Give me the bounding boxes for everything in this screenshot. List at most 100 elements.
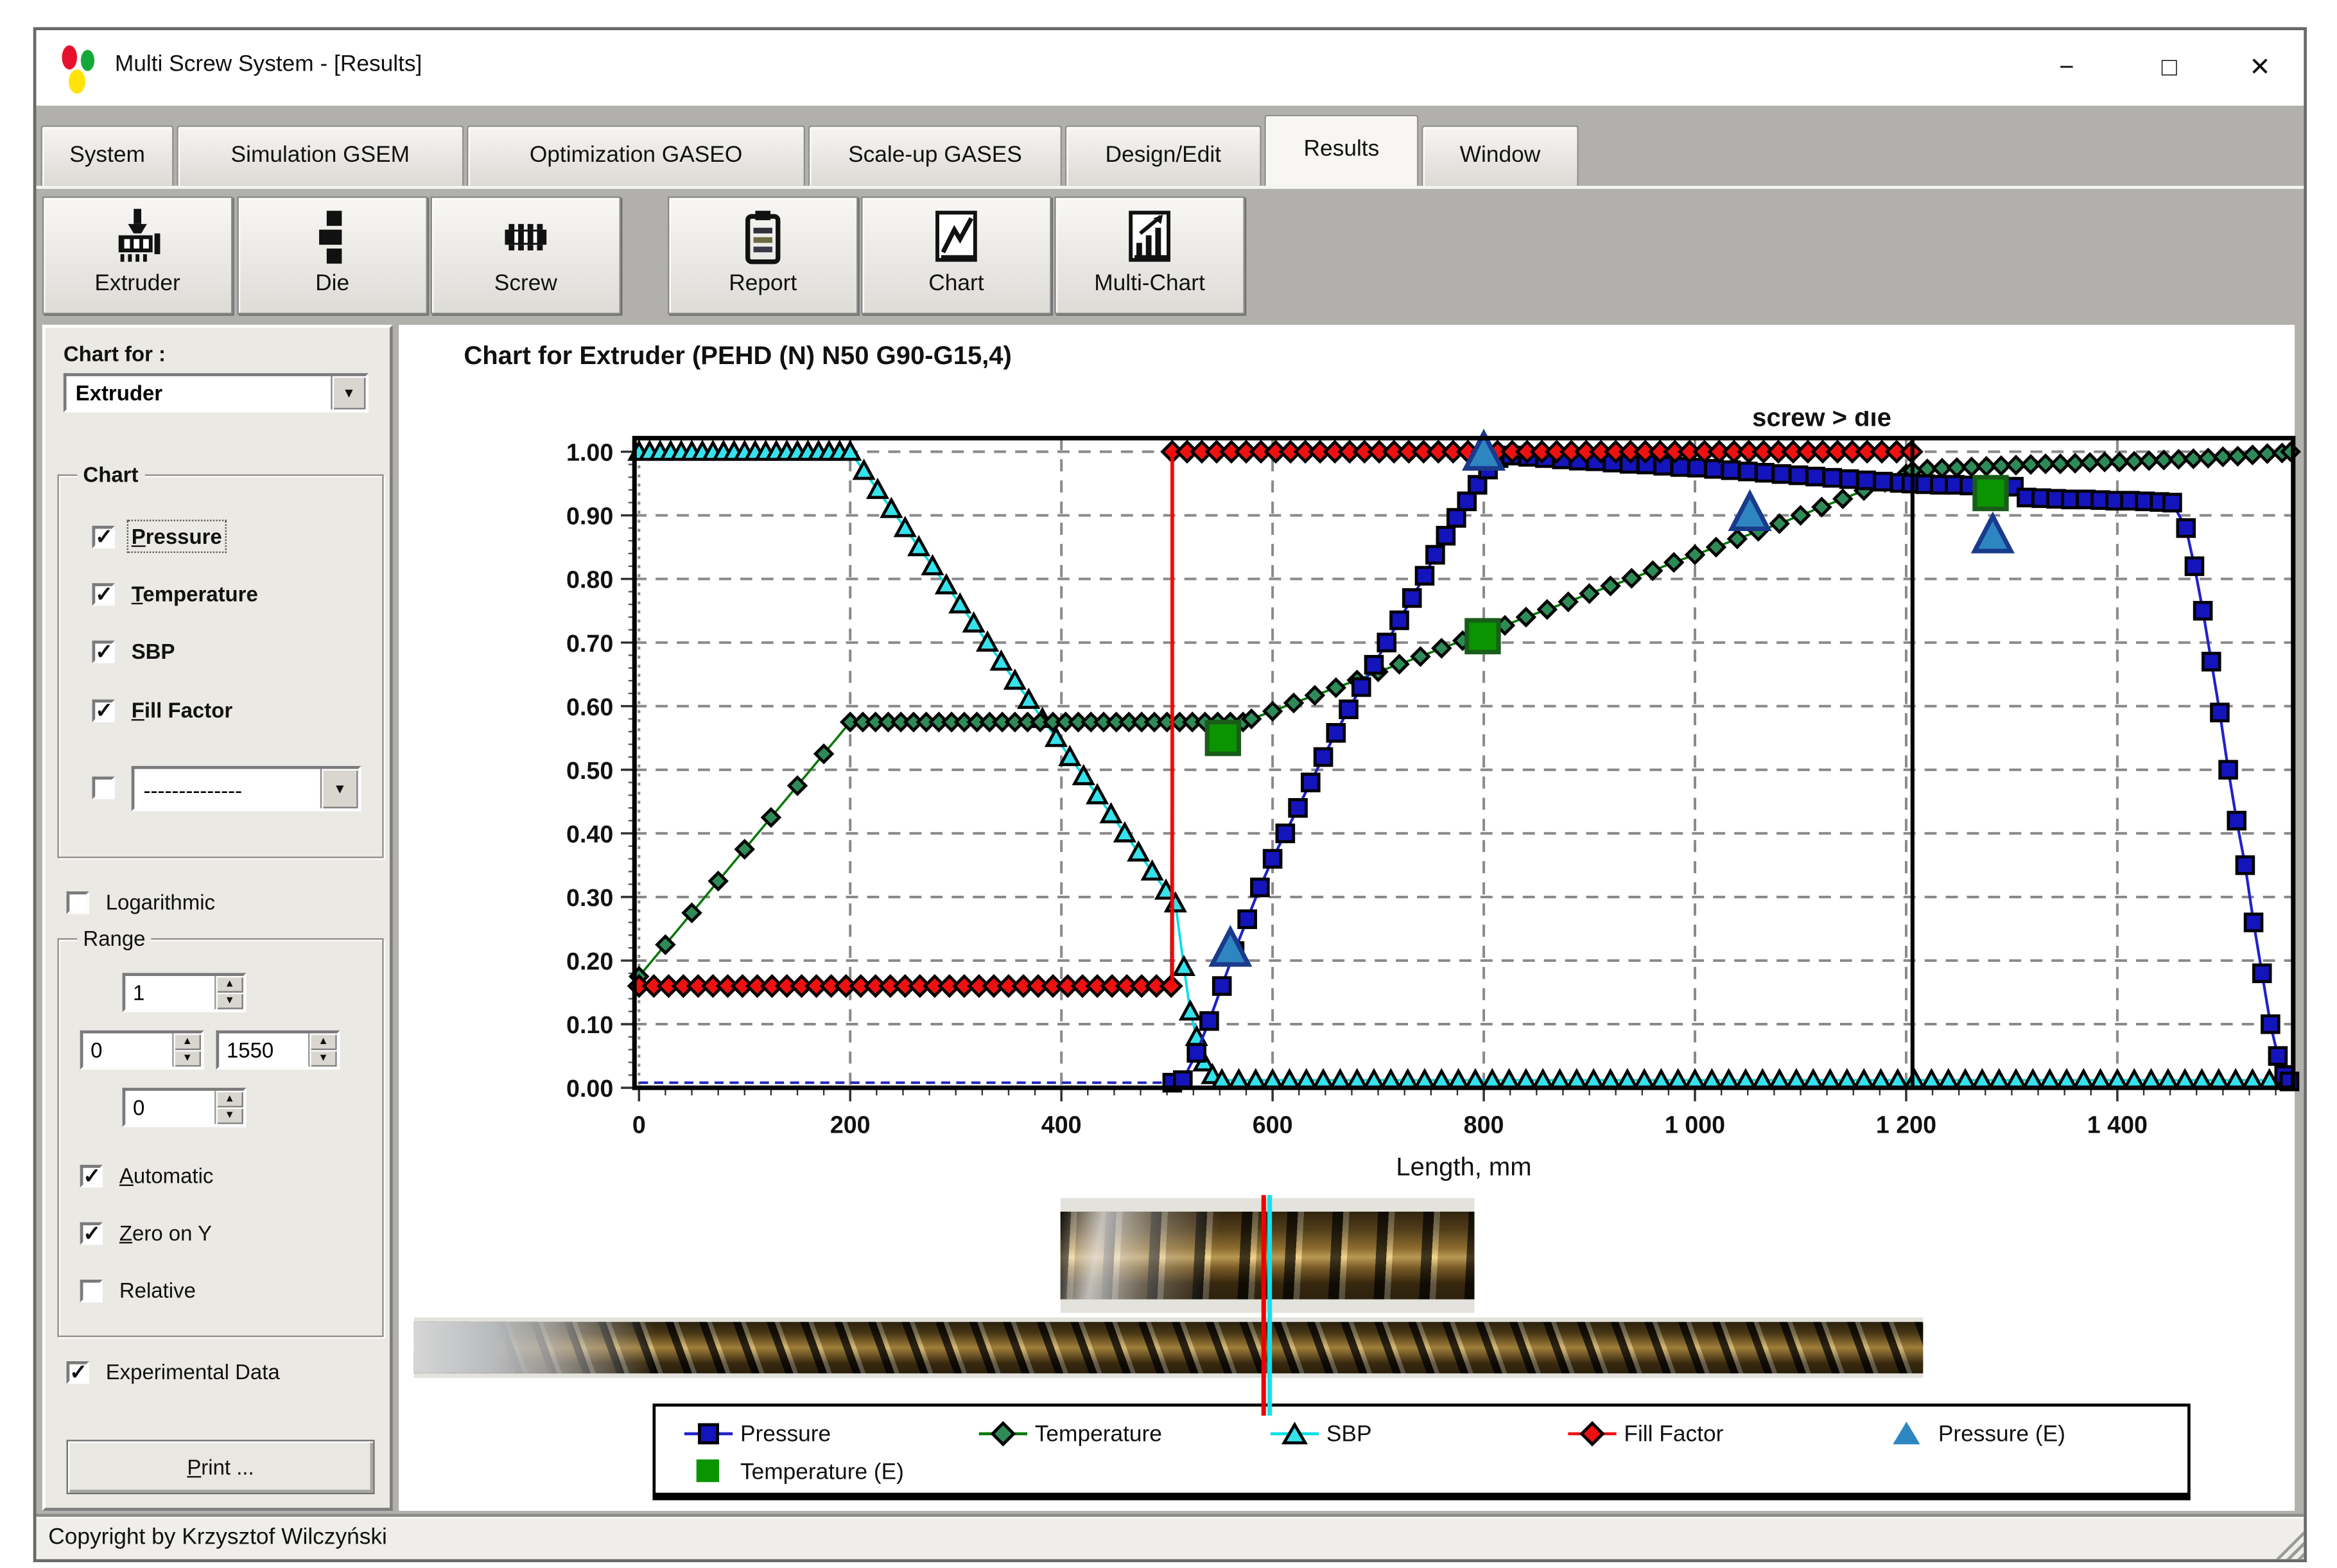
temperature-e-legend-icon — [683, 1458, 734, 1485]
svg-text:0.50: 0.50 — [566, 757, 613, 784]
svg-text:0.60: 0.60 — [566, 693, 613, 720]
automatic-label: Automatic — [119, 1163, 214, 1188]
chart-button[interactable]: Chart — [861, 196, 1051, 315]
spin-down-icon[interactable]: ▼ — [174, 1050, 201, 1067]
extruder-chart: 0.000.100.200.300.400.500.600.700.800.90… — [532, 411, 2314, 1189]
fill-factor-checkbox[interactable] — [92, 699, 115, 722]
range-bottom-stepper[interactable]: 0 ▲▼ — [123, 1088, 247, 1127]
spin-down-icon[interactable]: ▼ — [216, 993, 243, 1009]
relative-label: Relative — [119, 1278, 196, 1303]
svg-text:1 400: 1 400 — [2087, 1111, 2148, 1138]
spin-up-icon[interactable]: ▲ — [309, 1033, 336, 1050]
multi-chart-icon — [1056, 198, 1244, 276]
svg-text:1.00: 1.00 — [566, 439, 613, 466]
die-button[interactable]: Die — [237, 196, 427, 315]
tab-bar: System Simulation GSEM Optimization GASE… — [36, 106, 2304, 186]
chart-icon — [863, 198, 1050, 276]
extruder-icon — [44, 198, 231, 276]
sbp-checkbox-label: SBP — [132, 639, 175, 663]
sbp-checkbox[interactable] — [92, 641, 115, 663]
fill-factor-checkbox-label: Fill Factor — [132, 698, 232, 722]
svg-text:0.00: 0.00 — [566, 1075, 613, 1102]
svg-text:0.70: 0.70 — [566, 630, 613, 657]
spin-down-icon[interactable]: ▼ — [216, 1108, 243, 1124]
report-button-label: Report — [669, 270, 856, 296]
chart-for-value: Extruder — [76, 381, 162, 405]
app-window: Multi Screw System - [Results] − □ ✕ Sys… — [33, 27, 2307, 1562]
chart-for-select[interactable]: Extruder ▼ — [64, 373, 369, 412]
range-top-stepper[interactable]: 1 ▲▼ — [123, 973, 247, 1012]
svg-text:400: 400 — [1041, 1111, 1082, 1138]
content: Chart for : Extruder ▼ Chart Pressure Te… — [36, 325, 2304, 1514]
spin-up-icon[interactable]: ▲ — [216, 1091, 243, 1108]
tab-window[interactable]: Window — [1421, 125, 1579, 186]
spin-up-icon[interactable]: ▲ — [216, 976, 243, 993]
svg-text:600: 600 — [1253, 1111, 1293, 1138]
svg-text:0.80: 0.80 — [566, 566, 613, 593]
extruder-button-label: Extruder — [44, 270, 231, 296]
extruder-button[interactable]: Extruder — [42, 196, 232, 315]
pressure-checkbox[interactable] — [92, 526, 115, 548]
svg-text:0.30: 0.30 — [566, 884, 613, 911]
zero-on-y-checkbox[interactable] — [80, 1223, 103, 1245]
close-button[interactable]: ✕ — [2234, 42, 2286, 94]
svg-text:200: 200 — [830, 1111, 871, 1138]
sidebar: Chart for : Extruder ▼ Chart Pressure Te… — [42, 325, 393, 1511]
range-min-value: 0 — [91, 1038, 102, 1062]
minimize-button[interactable]: − — [2041, 42, 2092, 94]
chevron-down-icon[interactable]: ▼ — [331, 376, 365, 410]
screw-button-label: Screw — [432, 270, 620, 296]
automatic-checkbox[interactable] — [80, 1165, 103, 1187]
melt-position-line-red — [1262, 1195, 1266, 1416]
chart-for-label: Chart for : — [64, 342, 166, 366]
temperature-checkbox[interactable] — [92, 583, 115, 605]
spin-up-icon[interactable]: ▲ — [174, 1033, 201, 1050]
app-icon — [57, 42, 109, 97]
chart-legend: Pressure Temperature — [652, 1404, 2190, 1501]
extra-series-value: -------------- — [144, 778, 243, 803]
extra-series-select[interactable]: -------------- ▼ — [132, 766, 361, 812]
screenshot-stage: Multi Screw System - [Results] − □ ✕ Sys… — [0, 0, 2337, 1568]
range-min-stepper[interactable]: 0 ▲▼ — [80, 1031, 204, 1070]
tab-scale-up-gases[interactable]: Scale-up GASES — [808, 125, 1062, 186]
svg-text:0.40: 0.40 — [566, 821, 613, 848]
chevron-down-icon[interactable]: ▼ — [320, 769, 358, 808]
chart-area: Chart for Extruder (PEHD (N) N50 G90-G15… — [399, 325, 2295, 1511]
title-bar: Multi Screw System - [Results] − □ ✕ — [36, 30, 2304, 106]
tab-results[interactable]: Results — [1264, 115, 1418, 186]
report-button[interactable]: Report — [668, 196, 858, 315]
experimental-data-checkbox[interactable] — [67, 1361, 89, 1384]
extra-series-checkbox[interactable] — [92, 776, 115, 799]
svg-text:800: 800 — [1464, 1111, 1504, 1138]
multi-chart-button[interactable]: Multi-Chart — [1054, 196, 1244, 315]
multi-chart-button-label: Multi-Chart — [1056, 270, 1244, 296]
tab-simulation-gsem[interactable]: Simulation GSEM — [177, 125, 464, 186]
relative-checkbox[interactable] — [80, 1280, 103, 1302]
report-icon — [669, 198, 856, 276]
chart-button-label: Chart — [863, 270, 1050, 296]
screw-icon — [432, 198, 620, 276]
spin-down-icon[interactable]: ▼ — [309, 1050, 336, 1067]
sbp-legend-icon — [1269, 1420, 1320, 1447]
melt-position-line-cyan — [1267, 1195, 1272, 1416]
print-button[interactable]: Print ... — [67, 1440, 375, 1494]
maximize-button[interactable]: □ — [2144, 42, 2195, 94]
toolbar: Extruder Die Screw Report — [36, 186, 2304, 323]
screw-button[interactable]: Screw — [431, 196, 621, 315]
experimental-data-label: Experimental Data — [106, 1360, 280, 1384]
tab-design-edit[interactable]: Design/Edit — [1065, 125, 1262, 186]
svg-text:screw > die: screw > die — [1752, 411, 1891, 432]
svg-text:0.90: 0.90 — [566, 503, 613, 530]
range-max-stepper[interactable]: 1550 ▲▼ — [216, 1031, 340, 1070]
logarithmic-checkbox[interactable] — [67, 891, 89, 914]
chart-series-group: Chart Pressure Temperature SBP — [57, 475, 383, 858]
tab-system[interactable]: System — [41, 125, 174, 186]
chart-group-label: Chart — [77, 462, 144, 487]
status-text: Copyright by Krzysztof Wilczyński — [48, 1524, 387, 1550]
temperature-checkbox-label: Temperature — [132, 582, 258, 606]
temperature-legend-icon — [977, 1420, 1029, 1447]
range-top-value: 1 — [133, 980, 144, 1005]
tab-optimization-gaseo[interactable]: Optimization GASEO — [467, 125, 805, 186]
resize-grip-icon[interactable] — [2270, 1526, 2304, 1559]
print-button-label: Print ... — [187, 1442, 254, 1493]
